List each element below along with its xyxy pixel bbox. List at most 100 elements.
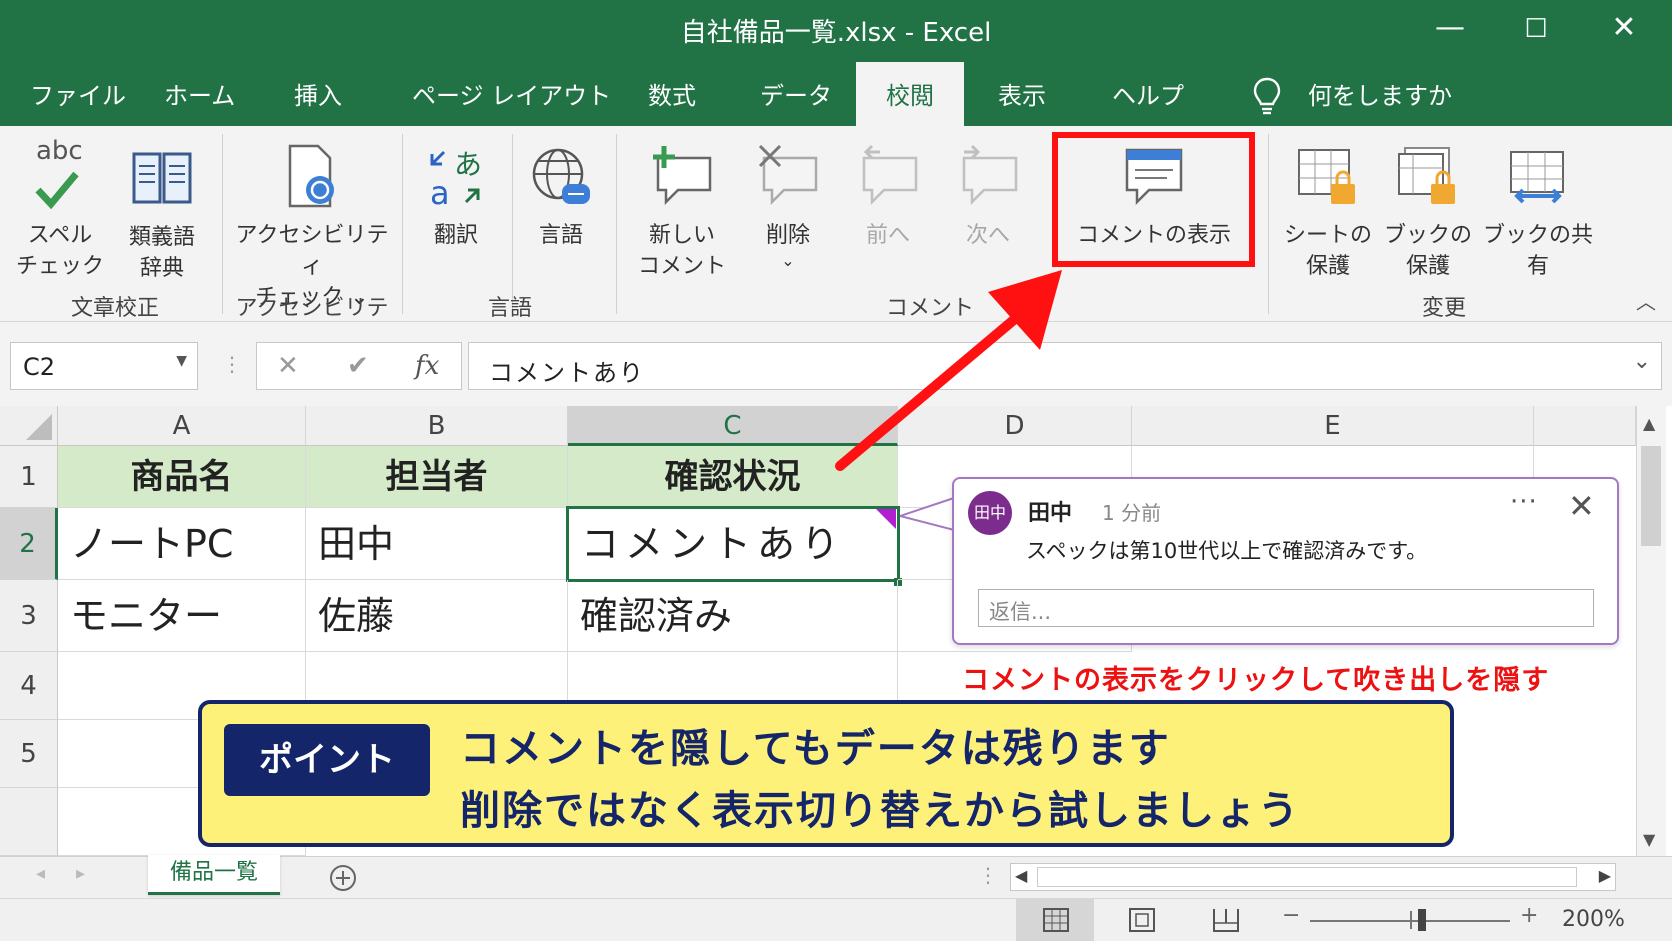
formula-bar: C2 ▼ ⋮ ✕ ✔ fx コメントあり ⌄ [0,322,1672,406]
more-options-icon[interactable]: ··· [1510,487,1538,517]
normal-view-icon[interactable] [1042,907,1070,933]
language-button[interactable]: 言語 [518,136,604,251]
split-handle-icon[interactable]: ⋮ [978,863,998,887]
page-break-view-icon[interactable] [1212,907,1240,933]
reply-input[interactable]: 返信... [978,589,1594,627]
cell-b3[interactable]: 佐藤 [306,580,568,652]
cell-c2[interactable]: コメントあり [566,506,900,582]
point-line-2: 削除ではなく表示切り替えから試しましょう [460,788,1300,834]
close-comment-icon[interactable]: ✕ [1568,487,1595,525]
new-comment-button[interactable]: 新しい コメント [634,136,730,282]
protect-sheet-button[interactable]: シートの 保護 [1280,136,1376,282]
tab-formulas[interactable]: 数式 [648,76,696,111]
delete-dropdown-icon[interactable]: ⌄ [746,251,830,271]
scroll-up-icon: ▲ [1643,414,1656,433]
tell-me-search[interactable]: 何をしますか [1308,76,1452,111]
sheet-tab[interactable]: 備品一覧 [148,855,280,895]
avatar: 田中 [968,491,1012,535]
zoom-out-icon[interactable]: − [1282,903,1300,928]
tab-insert[interactable]: 挿入 [294,76,342,111]
scroll-right-icon: ▶ [1598,866,1611,885]
row-header-3[interactable]: 3 [0,580,58,652]
next-sheet-icon[interactable]: ▸ [76,863,85,884]
group-proofing-label: 文章校正 [70,296,159,321]
tab-help[interactable]: ヘルプ [1112,76,1184,111]
cancel-icon[interactable]: ✕ [277,351,299,381]
horizontal-scroll-thumb [1037,867,1577,887]
column-header-c[interactable]: C [568,406,898,446]
cell-a3[interactable]: モニター [58,580,306,652]
row-header-2[interactable]: 2 [0,508,58,580]
tab-data[interactable]: データ [760,76,832,111]
tab-home[interactable]: ホーム [164,76,235,111]
maximize-icon[interactable]: ☐ [1506,14,1566,44]
ribbon-tabs: ファイル ホーム 挿入 ページ レイアウト 数式 データ 校閲 表示 ヘルプ 何… [0,62,1672,126]
share-workbook-button[interactable]: ブックの共有 [1476,136,1600,282]
scroll-left-icon: ◀ [1015,866,1028,885]
prev-sheet-icon[interactable]: ◂ [36,863,45,884]
close-icon[interactable]: ✕ [1594,10,1654,45]
ribbon: abc スペル チェック 類義語 辞典 アクセシビリティ チェック ⌄ あ a … [0,126,1672,353]
delete-comment-button[interactable]: 削除 ⌄ [746,136,830,271]
next-comment-button: 次へ [946,136,1030,251]
select-all-corner[interactable] [0,406,58,446]
drag-handle-icon[interactable]: ⋮ [222,352,242,376]
translate-icon: あ a [430,148,482,208]
zoom-slider-thumb[interactable] [1418,909,1426,931]
spell-check-icon: abc [14,136,106,220]
tab-view[interactable]: 表示 [998,76,1046,111]
cell-c1[interactable]: 確認状況 [568,446,898,508]
name-box[interactable]: C2 ▼ [10,342,198,390]
protect-workbook-button[interactable]: ブックの 保護 [1380,136,1476,282]
column-header-b[interactable]: B [306,406,568,446]
collapse-ribbon-icon[interactable]: ︿ [1636,286,1656,315]
formula-input[interactable]: コメントあり ⌄ [468,342,1662,390]
share-workbook-icon [1510,151,1564,204]
zoom-in-icon[interactable]: + [1520,903,1538,928]
vertical-scroll-thumb [1641,446,1661,546]
expand-formula-icon: ⌄ [1632,349,1651,374]
accessibility-check-button[interactable]: アクセシビリティ チェック ⌄ [232,136,392,313]
previous-comment-button: 前へ [846,136,930,251]
row-header-5[interactable]: 5 [0,720,58,788]
row-header-1[interactable]: 1 [0,446,58,508]
tab-file[interactable]: ファイル [30,76,126,111]
svg-text:a: a [430,174,450,208]
comment-author: 田中 [1028,501,1073,526]
tab-page-layout[interactable]: ページ レイアウト [412,76,611,111]
cell-c3[interactable]: 確認済み [568,580,898,652]
comment-pointer [900,496,956,532]
column-header-e[interactable]: E [1132,406,1534,446]
point-badge: ポイント [224,724,430,796]
lightbulb-icon [1253,77,1281,115]
svg-text:あ: あ [454,148,482,181]
page-layout-view-icon[interactable] [1128,907,1156,933]
zoom-level[interactable]: 200% [1562,907,1625,932]
cell-a1[interactable]: 商品名 [58,446,306,508]
row-header-4[interactable]: 4 [0,652,58,720]
status-bar: − + 200% [0,898,1672,941]
sheet-tab-bar: ◂ ▸ 備品一覧 ⋮ ◀ ▶ [0,855,1672,898]
spell-check-button[interactable]: abc スペル チェック [14,136,106,282]
group-changes-label: 変更 [1421,296,1466,321]
vertical-scrollbar[interactable]: ▲ ▼ [1636,406,1666,856]
comment-indicator-icon [876,509,896,529]
previous-comment-icon [862,144,918,206]
horizontal-scrollbar[interactable]: ◀ ▶ [1010,863,1616,891]
show-comments-highlight [1052,132,1255,267]
enter-icon[interactable]: ✔ [347,351,369,381]
thesaurus-button[interactable]: 類義語 辞典 [116,136,208,284]
column-header-d[interactable]: D [898,406,1132,446]
cell-a2[interactable]: ノートPC [58,508,306,580]
column-header-a[interactable]: A [58,406,306,446]
comment-card[interactable]: 田中 田中 1 分前 ··· ✕ スペックは第10世代以上で確認済みです。 返信… [952,477,1619,645]
minimize-icon[interactable]: — [1420,10,1480,45]
book-icon [132,152,192,204]
translate-button[interactable]: あ a 翻訳 [414,136,498,251]
tab-review[interactable]: 校閲 [856,62,964,126]
add-sheet-icon[interactable] [328,863,358,893]
insert-function-icon[interactable]: fx [415,351,439,381]
cell-b1[interactable]: 担当者 [306,446,568,508]
cell-b2[interactable]: 田中 [306,508,568,580]
delete-comment-icon [758,144,818,206]
